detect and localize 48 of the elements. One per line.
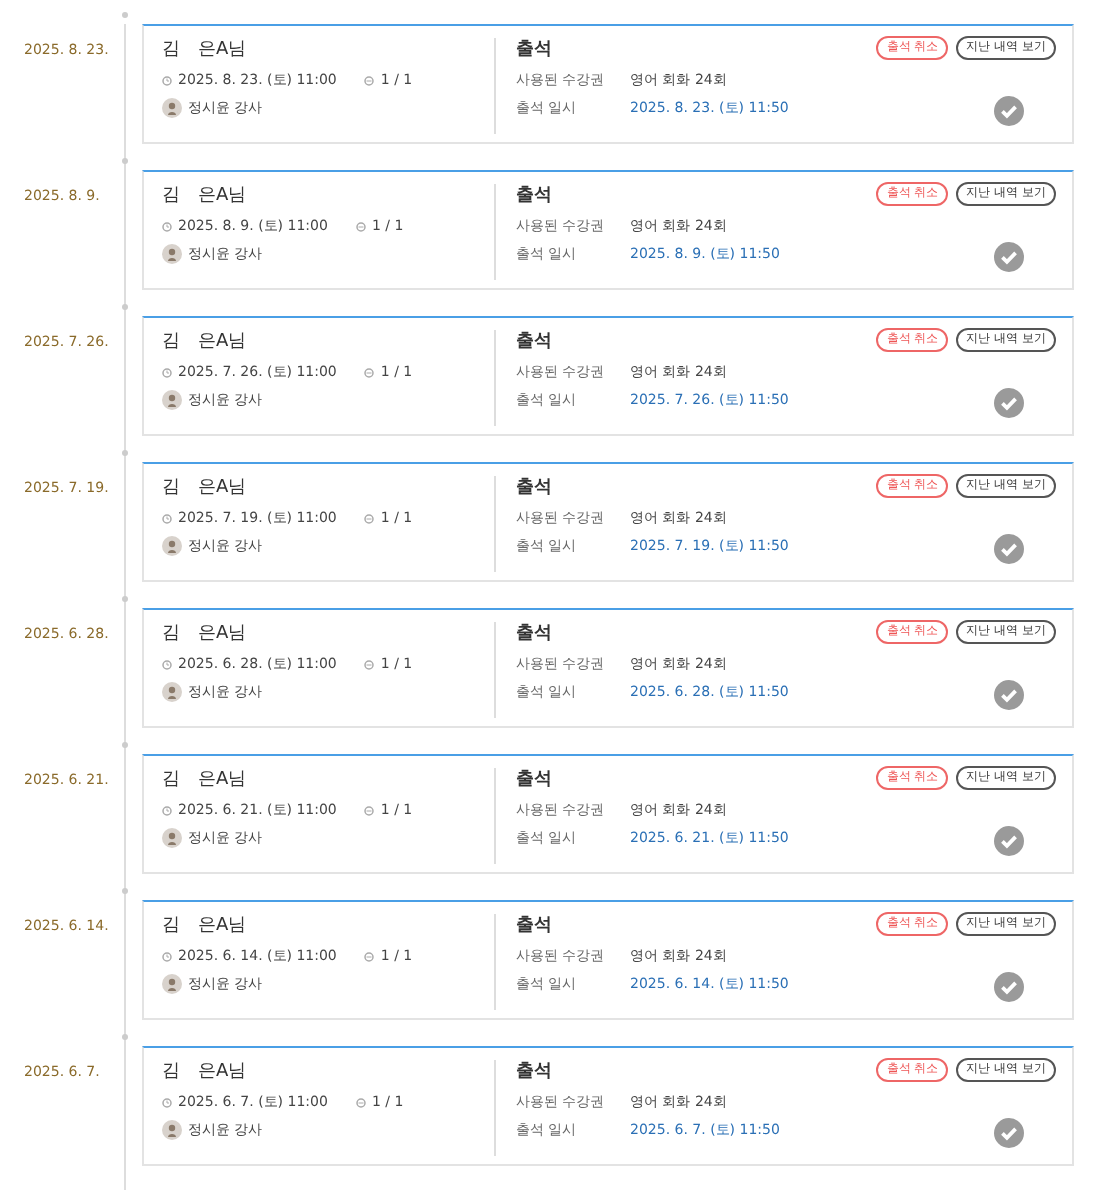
avatar-icon — [162, 974, 182, 994]
student-name: 김 은A님 — [162, 1060, 249, 1084]
clock-icon — [162, 659, 172, 669]
timeline-dot — [122, 1034, 128, 1040]
student-name: 김 은A님 — [162, 38, 249, 62]
attendance-status: 출석 — [516, 768, 552, 792]
attendance-status: 출석 — [516, 330, 552, 354]
session-icon — [364, 367, 375, 377]
session-icon — [364, 659, 375, 669]
avatar-icon — [162, 390, 182, 410]
student-name: 김 은A님 — [162, 184, 249, 208]
timeline-dot — [122, 888, 128, 894]
attendance-status: 출석 — [516, 1060, 552, 1084]
timeline-dot — [122, 304, 128, 310]
avatar-icon — [162, 244, 182, 264]
attendance-status: 출석 — [516, 184, 552, 208]
avatar-icon — [162, 1120, 182, 1140]
timeline-dot — [122, 596, 128, 602]
avatar-icon — [162, 98, 182, 118]
timeline-dot — [122, 12, 128, 18]
clock-icon — [162, 221, 172, 231]
session-icon — [355, 221, 366, 231]
timeline-dot — [122, 158, 128, 164]
timeline-dot — [122, 450, 128, 456]
clock-icon — [162, 513, 172, 523]
clock-icon — [162, 805, 172, 815]
attendance-status: 출석 — [516, 914, 552, 938]
clock-icon — [162, 75, 172, 85]
clock-icon — [162, 951, 172, 961]
student-name: 김 은A님 — [162, 476, 249, 500]
session-icon — [364, 951, 375, 961]
student-name: 김 은A님 — [162, 330, 249, 354]
attendance-status: 출석 — [516, 476, 552, 500]
avatar-icon — [162, 828, 182, 848]
session-icon — [364, 75, 375, 85]
student-name: 김 은A님 — [162, 768, 249, 792]
avatar-icon — [162, 536, 182, 556]
attendance-status: 출석 — [516, 38, 552, 62]
student-name: 김 은A님 — [162, 622, 249, 646]
timeline-dot — [122, 742, 128, 748]
session-icon — [355, 1097, 366, 1107]
session-icon — [364, 805, 375, 815]
student-name: 김 은A님 — [162, 914, 249, 938]
avatar-icon — [162, 682, 182, 702]
clock-icon — [162, 1097, 172, 1107]
attendance-status: 출석 — [516, 622, 552, 646]
session-icon — [364, 513, 375, 523]
clock-icon — [162, 367, 172, 377]
